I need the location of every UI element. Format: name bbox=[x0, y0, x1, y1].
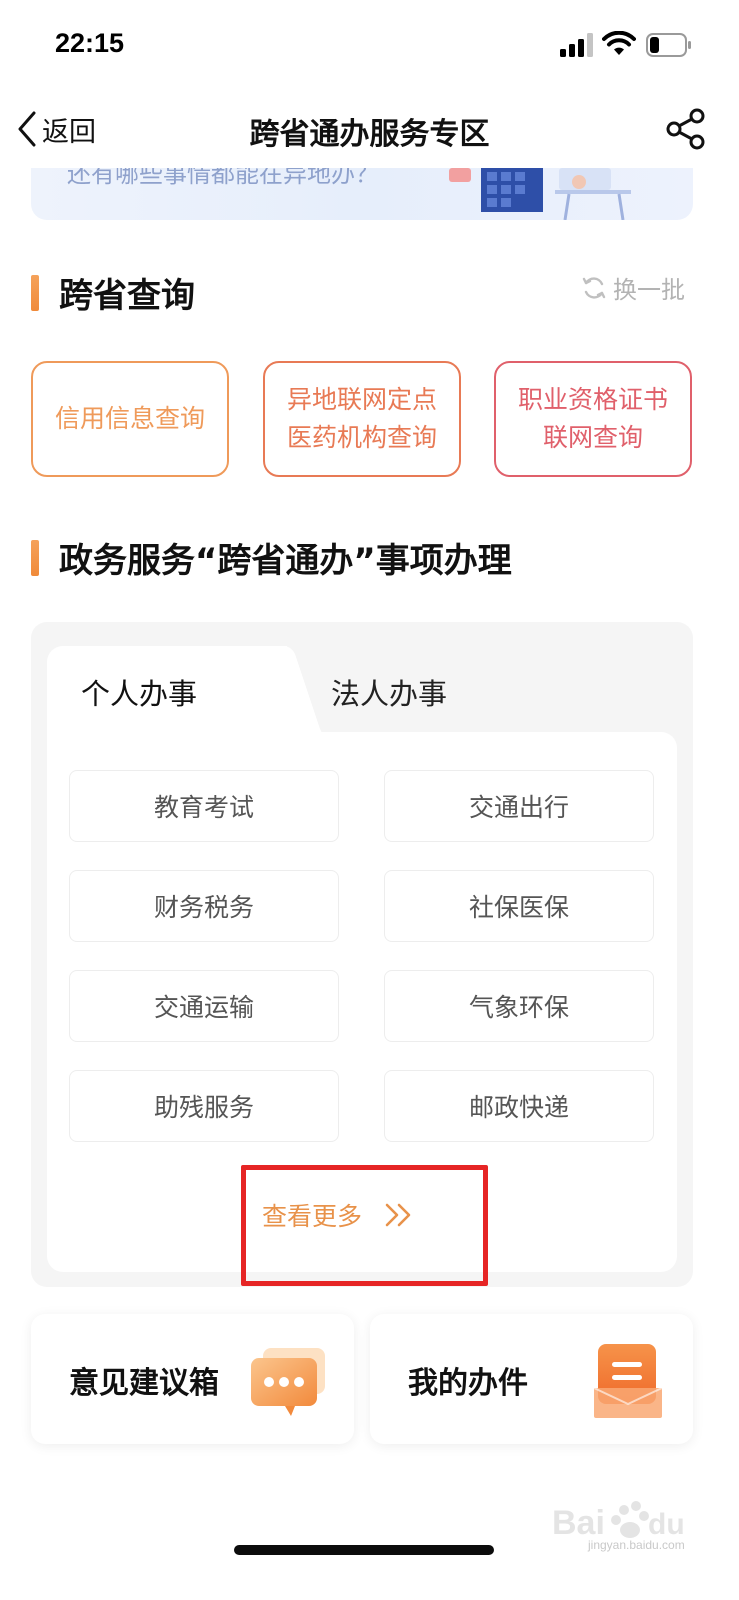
watermark-url: jingyan.baidu.com bbox=[588, 1538, 685, 1552]
service-section-label: 政务服务“跨省通办”事项办理 bbox=[59, 541, 512, 581]
service-item-travel[interactable]: 交通出行 bbox=[384, 770, 654, 842]
battery-icon bbox=[646, 33, 691, 57]
status-bar: 22:15 bbox=[0, 0, 739, 95]
service-item-transport[interactable]: 交通运输 bbox=[69, 970, 339, 1042]
service-item-tax[interactable]: 财务税务 bbox=[69, 870, 339, 942]
promo-banner[interactable]: 还有哪些事情都能在异地办？ bbox=[31, 168, 693, 220]
document-tray-icon bbox=[593, 1344, 663, 1418]
refresh-batch-button[interactable]: 换一批 bbox=[581, 270, 685, 305]
service-item-postal[interactable]: 邮政快递 bbox=[384, 1070, 654, 1142]
section-accent-bar bbox=[31, 539, 39, 576]
chat-bubble-icon bbox=[251, 1348, 325, 1416]
query-card-certificate[interactable]: 职业资格证书联网查询 bbox=[494, 361, 692, 477]
home-indicator[interactable] bbox=[234, 1545, 494, 1555]
banner-text: 还有哪些事情都能在异地办？ bbox=[67, 168, 379, 188]
view-more-label: 查看更多 bbox=[261, 1202, 362, 1231]
status-time: 22:15 bbox=[55, 28, 125, 58]
office-illustration-icon bbox=[449, 168, 631, 220]
service-item-education[interactable]: 教育考试 bbox=[69, 770, 339, 842]
share-icon[interactable] bbox=[664, 107, 708, 151]
query-card-medical[interactable]: 异地联网定点医药机构查询 bbox=[263, 361, 461, 477]
my-applications-card[interactable]: 我的办件 bbox=[370, 1314, 693, 1444]
svg-text:Bai: Bai bbox=[552, 1504, 605, 1542]
double-chevron-right-icon bbox=[385, 1203, 411, 1227]
refresh-icon bbox=[582, 276, 606, 299]
tab-personal[interactable]: 个人办事 bbox=[47, 646, 287, 738]
query-section-label: 跨省查询 bbox=[59, 276, 195, 316]
svg-text:du: du bbox=[648, 1508, 685, 1541]
wifi-icon bbox=[602, 31, 636, 55]
service-item-environment[interactable]: 气象环保 bbox=[384, 970, 654, 1042]
service-item-insurance[interactable]: 社保医保 bbox=[384, 870, 654, 942]
section-accent-bar bbox=[31, 274, 39, 311]
page-title: 跨省通办服务专区 bbox=[249, 117, 490, 152]
feedback-card-label: 意见建议箱 bbox=[69, 1366, 219, 1401]
view-more-button[interactable]: 查看更多 bbox=[238, 1170, 438, 1260]
query-card-credit[interactable]: 信用信息查询 bbox=[31, 361, 229, 477]
service-item-disability[interactable]: 助残服务 bbox=[69, 1070, 339, 1142]
feedback-card[interactable]: 意见建议箱 bbox=[31, 1314, 354, 1444]
service-section-title: 政务服务“跨省通办”事项办理 bbox=[31, 533, 512, 582]
query-section-title: 跨省查询 bbox=[31, 268, 195, 317]
my-applications-label: 我的办件 bbox=[408, 1366, 528, 1401]
nav-bar: 返回 跨省通办服务专区 bbox=[0, 95, 739, 167]
tab-legal[interactable]: 法人办事 bbox=[331, 646, 447, 738]
cellular-signal-icon bbox=[560, 33, 593, 57]
refresh-label: 换一批 bbox=[613, 276, 685, 304]
